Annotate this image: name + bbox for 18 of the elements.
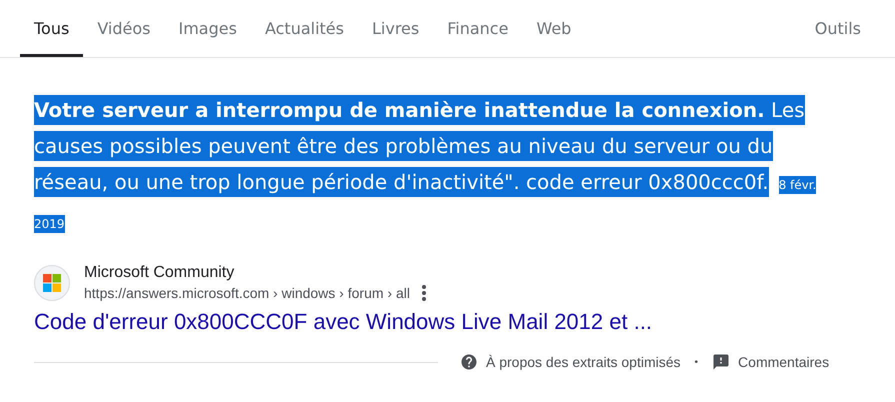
more-options-icon[interactable] (422, 285, 426, 301)
site-url: https://answers.microsoft.com › windows › forum › all (84, 285, 410, 301)
feedback-link[interactable]: Commentaires (738, 354, 830, 370)
tools-tab[interactable]: Outils (800, 0, 875, 57)
result-title-link[interactable]: Code d'erreur 0x800CCC0F avec Windows Live Mail 2012 et ... (34, 309, 652, 335)
windows-logo-icon (43, 274, 61, 292)
separator-dot: • (694, 356, 698, 368)
search-tab[interactable]: Livres (358, 0, 434, 57)
search-tab[interactable]: Tous (20, 0, 84, 57)
search-tab[interactable]: Images (164, 0, 251, 57)
about-snippets-link[interactable]: À propos des extraits optimisés (486, 354, 681, 370)
site-name: Microsoft Community (84, 264, 236, 282)
search-tab[interactable]: Actualités (250, 0, 358, 57)
search-tab[interactable]: Vidéos (83, 0, 164, 57)
help-icon[interactable] (460, 353, 478, 371)
search-tab[interactable]: Finance (433, 0, 522, 57)
search-tab[interactable]: Web (522, 0, 586, 57)
feedback-icon[interactable] (712, 353, 730, 371)
